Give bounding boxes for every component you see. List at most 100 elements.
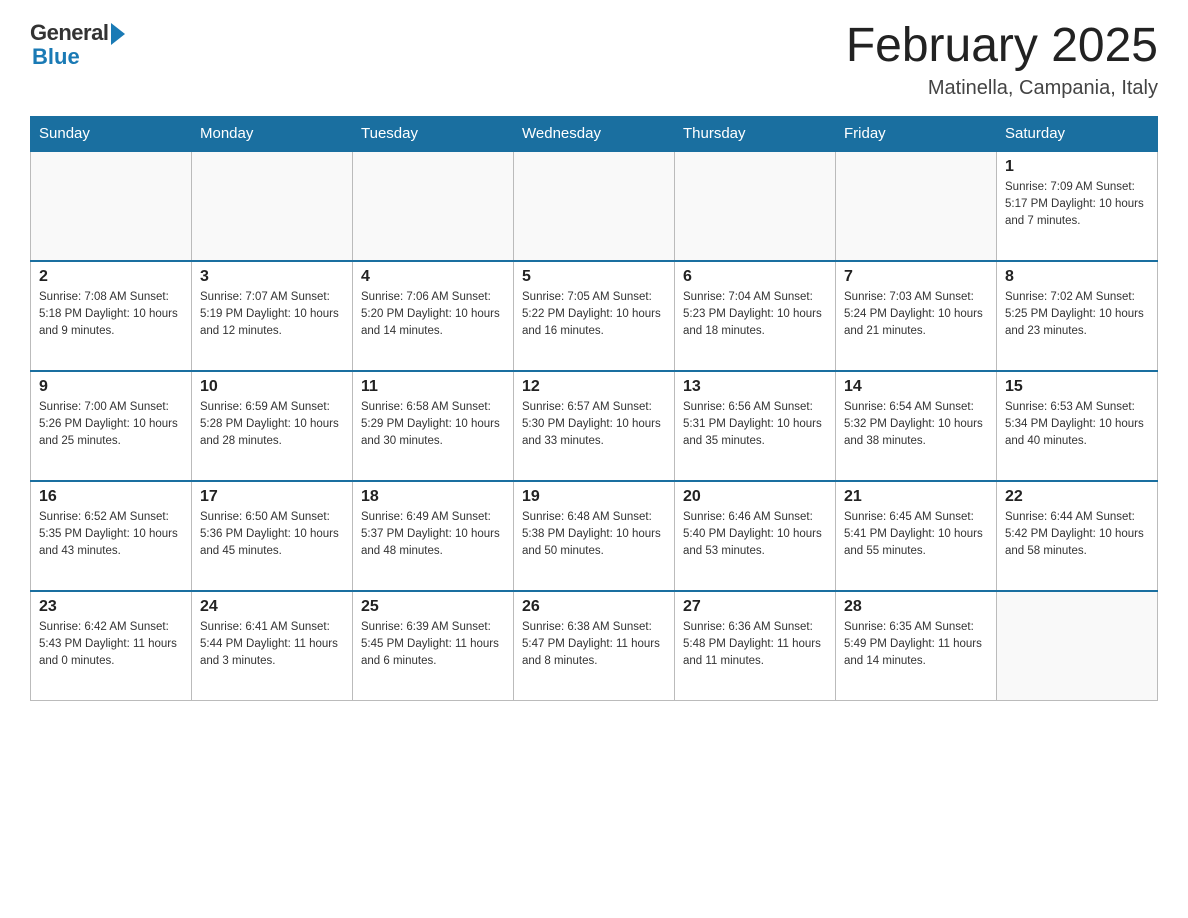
day-number: 8 xyxy=(1005,268,1149,286)
day-of-week-header: Sunday xyxy=(31,116,192,151)
logo-blue-text: Blue xyxy=(32,44,80,70)
day-info: Sunrise: 7:05 AM Sunset: 5:22 PM Dayligh… xyxy=(522,289,666,341)
calendar-day-cell: 17 Sunrise: 6:50 AM Sunset: 5:36 PM Dayli… xyxy=(192,481,353,591)
calendar-day-cell: 26Sunrise: 6:38 AM Sunset: 5:47 PM Dayli… xyxy=(514,591,675,701)
day-info: Sunrise: 7:07 AM Sunset: 5:19 PM Dayligh… xyxy=(200,289,344,341)
calendar-day-cell: 6 Sunrise: 7:04 AM Sunset: 5:23 PM Daylig… xyxy=(675,261,836,371)
calendar-day-cell: 3 Sunrise: 7:07 AM Sunset: 5:19 PM Daylig… xyxy=(192,261,353,371)
calendar-day-cell: 27 Sunrise: 6:36 AM Sunset: 5:48 PM Dayli… xyxy=(675,591,836,701)
calendar-day-cell: 19 Sunrise: 6:48 AM Sunset: 5:38 PM Dayli… xyxy=(514,481,675,591)
day-info: Sunrise: 7:02 AM Sunset: 5:25 PM Dayligh… xyxy=(1005,289,1149,341)
calendar-week-row: 16Sunrise: 6:52 AM Sunset: 5:35 PM Dayli… xyxy=(31,481,1158,591)
day-number: 24 xyxy=(200,598,344,616)
calendar-week-row: 2 Sunrise: 7:08 AM Sunset: 5:18 PM Daylig… xyxy=(31,261,1158,371)
calendar-day-cell: 21 Sunrise: 6:45 AM Sunset: 5:41 PM Dayli… xyxy=(836,481,997,591)
day-of-week-header: Tuesday xyxy=(353,116,514,151)
calendar-day-cell: 12Sunrise: 6:57 AM Sunset: 5:30 PM Dayli… xyxy=(514,371,675,481)
day-info: Sunrise: 7:09 AM Sunset: 5:17 PM Dayligh… xyxy=(1005,179,1149,231)
calendar-day-cell: 5 Sunrise: 7:05 AM Sunset: 5:22 PM Daylig… xyxy=(514,261,675,371)
calendar-day-cell: 10Sunrise: 6:59 AM Sunset: 5:28 PM Dayli… xyxy=(192,371,353,481)
day-number: 19 xyxy=(522,488,666,506)
calendar-day-cell xyxy=(31,151,192,261)
logo: General Blue xyxy=(30,20,125,70)
day-number: 22 xyxy=(1005,488,1149,506)
calendar-day-cell: 7 Sunrise: 7:03 AM Sunset: 5:24 PM Daylig… xyxy=(836,261,997,371)
calendar-day-cell xyxy=(836,151,997,261)
day-info: Sunrise: 6:35 AM Sunset: 5:49 PM Dayligh… xyxy=(844,619,988,671)
day-number: 7 xyxy=(844,268,988,286)
day-number: 2 xyxy=(39,268,183,286)
calendar-day-cell xyxy=(353,151,514,261)
calendar-day-cell: 24 Sunrise: 6:41 AM Sunset: 5:44 PM Dayli… xyxy=(192,591,353,701)
calendar-table: SundayMondayTuesdayWednesdayThursdayFrid… xyxy=(30,116,1158,702)
day-of-week-header: Friday xyxy=(836,116,997,151)
day-number: 4 xyxy=(361,268,505,286)
calendar-day-cell: 23 Sunrise: 6:42 AM Sunset: 5:43 PM Dayli… xyxy=(31,591,192,701)
day-info: Sunrise: 6:36 AM Sunset: 5:48 PM Dayligh… xyxy=(683,619,827,671)
calendar-day-cell: 28 Sunrise: 6:35 AM Sunset: 5:49 PM Dayli… xyxy=(836,591,997,701)
day-number: 11 xyxy=(361,378,505,396)
day-info: Sunrise: 7:00 AM Sunset: 5:26 PM Dayligh… xyxy=(39,399,183,451)
day-number: 20 xyxy=(683,488,827,506)
day-info: Sunrise: 6:41 AM Sunset: 5:44 PM Dayligh… xyxy=(200,619,344,671)
day-of-week-header: Wednesday xyxy=(514,116,675,151)
calendar-day-cell: 22 Sunrise: 6:44 AM Sunset: 5:42 PM Dayli… xyxy=(997,481,1158,591)
day-info: Sunrise: 7:03 AM Sunset: 5:24 PM Dayligh… xyxy=(844,289,988,341)
day-of-week-header: Thursday xyxy=(675,116,836,151)
calendar-week-row: 1 Sunrise: 7:09 AM Sunset: 5:17 PM Daylig… xyxy=(31,151,1158,261)
calendar-day-cell: 4 Sunrise: 7:06 AM Sunset: 5:20 PM Daylig… xyxy=(353,261,514,371)
day-info: Sunrise: 6:58 AM Sunset: 5:29 PM Dayligh… xyxy=(361,399,505,451)
day-info: Sunrise: 6:46 AM Sunset: 5:40 PM Dayligh… xyxy=(683,509,827,561)
day-number: 18 xyxy=(361,488,505,506)
day-info: Sunrise: 6:52 AM Sunset: 5:35 PM Dayligh… xyxy=(39,509,183,561)
day-info: Sunrise: 6:54 AM Sunset: 5:32 PM Dayligh… xyxy=(844,399,988,451)
day-number: 17 xyxy=(200,488,344,506)
day-number: 13 xyxy=(683,378,827,396)
calendar-week-row: 9Sunrise: 7:00 AM Sunset: 5:26 PM Daylig… xyxy=(31,371,1158,481)
day-number: 14 xyxy=(844,378,988,396)
day-info: Sunrise: 6:49 AM Sunset: 5:37 PM Dayligh… xyxy=(361,509,505,561)
day-number: 21 xyxy=(844,488,988,506)
page-header: General Blue February 2025 Matinella, Ca… xyxy=(30,20,1158,100)
calendar-day-cell xyxy=(675,151,836,261)
day-number: 1 xyxy=(1005,158,1149,176)
day-info: Sunrise: 6:39 AM Sunset: 5:45 PM Dayligh… xyxy=(361,619,505,671)
calendar-day-cell: 13 Sunrise: 6:56 AM Sunset: 5:31 PM Dayli… xyxy=(675,371,836,481)
calendar-day-cell: 14 Sunrise: 6:54 AM Sunset: 5:32 PM Dayli… xyxy=(836,371,997,481)
day-info: Sunrise: 6:57 AM Sunset: 5:30 PM Dayligh… xyxy=(522,399,666,451)
calendar-title: February 2025 xyxy=(846,20,1158,73)
day-number: 6 xyxy=(683,268,827,286)
logo-arrow-icon xyxy=(111,23,125,45)
day-of-week-header: Saturday xyxy=(997,116,1158,151)
day-number: 28 xyxy=(844,598,988,616)
day-info: Sunrise: 7:06 AM Sunset: 5:20 PM Dayligh… xyxy=(361,289,505,341)
day-of-week-header: Monday xyxy=(192,116,353,151)
day-info: Sunrise: 6:53 AM Sunset: 5:34 PM Dayligh… xyxy=(1005,399,1149,451)
calendar-day-cell xyxy=(997,591,1158,701)
calendar-header-row: SundayMondayTuesdayWednesdayThursdayFrid… xyxy=(31,116,1158,151)
calendar-day-cell: 11 Sunrise: 6:58 AM Sunset: 5:29 PM Dayli… xyxy=(353,371,514,481)
calendar-day-cell: 8 Sunrise: 7:02 AM Sunset: 5:25 PM Daylig… xyxy=(997,261,1158,371)
day-info: Sunrise: 6:42 AM Sunset: 5:43 PM Dayligh… xyxy=(39,619,183,671)
day-info: Sunrise: 6:48 AM Sunset: 5:38 PM Dayligh… xyxy=(522,509,666,561)
day-info: Sunrise: 6:56 AM Sunset: 5:31 PM Dayligh… xyxy=(683,399,827,451)
calendar-day-cell: 9Sunrise: 7:00 AM Sunset: 5:26 PM Daylig… xyxy=(31,371,192,481)
day-info: Sunrise: 7:04 AM Sunset: 5:23 PM Dayligh… xyxy=(683,289,827,341)
day-info: Sunrise: 6:44 AM Sunset: 5:42 PM Dayligh… xyxy=(1005,509,1149,561)
day-info: Sunrise: 6:59 AM Sunset: 5:28 PM Dayligh… xyxy=(200,399,344,451)
calendar-day-cell xyxy=(192,151,353,261)
day-info: Sunrise: 6:50 AM Sunset: 5:36 PM Dayligh… xyxy=(200,509,344,561)
calendar-day-cell: 1 Sunrise: 7:09 AM Sunset: 5:17 PM Daylig… xyxy=(997,151,1158,261)
day-number: 27 xyxy=(683,598,827,616)
calendar-day-cell xyxy=(514,151,675,261)
calendar-week-row: 23 Sunrise: 6:42 AM Sunset: 5:43 PM Dayli… xyxy=(31,591,1158,701)
day-number: 26 xyxy=(522,598,666,616)
day-number: 3 xyxy=(200,268,344,286)
day-number: 23 xyxy=(39,598,183,616)
day-number: 5 xyxy=(522,268,666,286)
calendar-day-cell: 15 Sunrise: 6:53 AM Sunset: 5:34 PM Dayli… xyxy=(997,371,1158,481)
day-info: Sunrise: 7:08 AM Sunset: 5:18 PM Dayligh… xyxy=(39,289,183,341)
calendar-day-cell: 20 Sunrise: 6:46 AM Sunset: 5:40 PM Dayli… xyxy=(675,481,836,591)
day-info: Sunrise: 6:45 AM Sunset: 5:41 PM Dayligh… xyxy=(844,509,988,561)
day-number: 15 xyxy=(1005,378,1149,396)
